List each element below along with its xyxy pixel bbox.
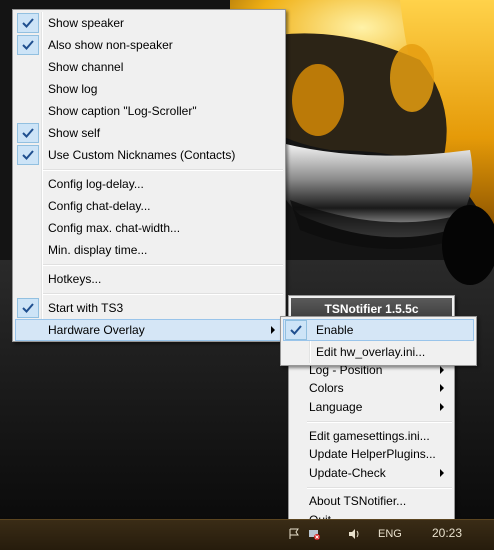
menu-item-hotkeys[interactable]: Hotkeys... [15, 268, 283, 290]
submenu-item-edit-hw-overlay[interactable]: Edit hw_overlay.ini... [283, 341, 474, 363]
menu-item-label: Config log-delay... [48, 177, 144, 191]
tray-item-language[interactable]: Language [291, 396, 452, 418]
menu-item-label: Hardware Overlay [48, 323, 145, 337]
menu-item-label: Min. display time... [48, 243, 148, 257]
menu-item-label: Hotkeys... [48, 272, 102, 286]
language-indicator[interactable]: ENG [378, 528, 402, 540]
taskbar: ENG 20:23 [0, 519, 494, 550]
plugin-context-menu: Show speaker Also show non-speaker Show … [12, 9, 286, 342]
menu-item-show-self[interactable]: Show self [15, 122, 283, 144]
menu-separator [307, 421, 452, 423]
menu-item-show-speaker[interactable]: Show speaker [15, 12, 283, 34]
menu-item-show-caption[interactable]: Show caption "Log-Scroller" [15, 100, 283, 122]
menu-item-use-custom-nicknames[interactable]: Use Custom Nicknames (Contacts) [15, 144, 283, 166]
menu-item-label: Show speaker [48, 16, 125, 30]
checkmark-icon [17, 13, 39, 33]
menu-item-config-log-delay[interactable]: Config log-delay... [15, 173, 283, 195]
menu-separator [307, 487, 452, 489]
menu-item-show-channel[interactable]: Show channel [15, 56, 283, 78]
submenu-arrow-icon [440, 384, 444, 392]
menu-separator [43, 169, 283, 171]
submenu-arrow-icon [440, 403, 444, 411]
menu-item-config-chat-delay[interactable]: Config chat-delay... [15, 195, 283, 217]
clock[interactable]: 20:23 [432, 526, 462, 540]
menu-item-hardware-overlay[interactable]: Hardware Overlay [15, 319, 283, 341]
menu-item-label: Config chat-delay... [48, 199, 151, 213]
menu-item-label: Start with TS3 [48, 301, 124, 315]
menu-item-label: Show log [48, 82, 98, 96]
menu-separator [43, 293, 283, 295]
menu-item-label: Config max. chat-width... [48, 221, 181, 235]
checkmark-icon [17, 35, 39, 55]
menu-separator [43, 264, 283, 266]
flag-icon[interactable] [288, 528, 300, 540]
menu-item-start-with-ts3[interactable]: Start with TS3 [15, 297, 283, 319]
volume-icon[interactable] [348, 528, 360, 540]
menu-item-min-display-time[interactable]: Min. display time... [15, 239, 283, 261]
menu-item-label: Show self [48, 126, 101, 140]
hardware-overlay-submenu: Enable Edit hw_overlay.ini... [280, 316, 477, 366]
menu-item-label: Also show non-speaker [48, 38, 173, 52]
menu-item-label: Edit hw_overlay.ini... [316, 345, 426, 359]
menu-item-config-max-chat-width[interactable]: Config max. chat-width... [15, 217, 283, 239]
menu-item-label: Update-Check [309, 466, 386, 480]
menu-item-label: Edit gamesettings.ini... [309, 429, 430, 443]
menu-item-label: About TSNotifier... [309, 494, 407, 508]
submenu-item-enable[interactable]: Enable [283, 319, 474, 341]
menu-item-label: Update HelperPlugins... [309, 447, 436, 461]
submenu-arrow-icon [271, 326, 275, 334]
submenu-arrow-icon [440, 469, 444, 477]
network-icon[interactable] [308, 528, 320, 540]
submenu-arrow-icon [440, 366, 444, 374]
menu-item-label: Use Custom Nicknames (Contacts) [48, 148, 236, 162]
checkmark-icon [17, 145, 39, 165]
menu-item-label: Colors [309, 381, 344, 395]
menu-item-show-log[interactable]: Show log [15, 78, 283, 100]
tray-item-update-check[interactable]: Update-Check [291, 462, 452, 484]
menu-item-label: Enable [316, 323, 354, 337]
checkmark-icon [17, 123, 39, 143]
menu-item-label: Show channel [48, 60, 124, 74]
menu-item-label: Language [309, 400, 363, 414]
menu-item-also-show-non-speaker[interactable]: Also show non-speaker [15, 34, 283, 56]
checkmark-icon [17, 298, 39, 318]
checkmark-icon [285, 320, 307, 340]
menu-item-label: Show caption "Log-Scroller" [48, 104, 197, 118]
